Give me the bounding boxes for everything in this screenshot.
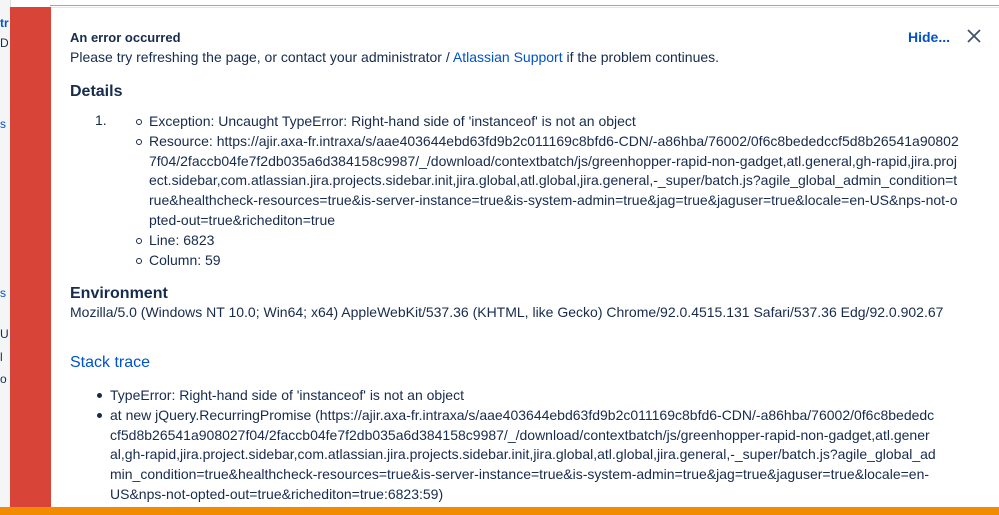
close-icon[interactable]: [965, 27, 983, 45]
error-message-text: Please try refreshing the page, or conta…: [70, 49, 453, 65]
stack-trace-item: TypeError: Right-hand side of 'instanceo…: [96, 386, 936, 406]
column-item: Column: 59: [131, 251, 961, 271]
background-text-fragment: U: [0, 327, 9, 341]
background-link-fragment[interactable]: s: [0, 286, 10, 300]
background-text-fragment: o: [0, 372, 7, 386]
error-message-text-end: if the problem continues.: [562, 49, 720, 65]
atlassian-support-link[interactable]: Atlassian Support: [453, 49, 563, 65]
background-text-fragment: D: [0, 36, 9, 50]
environment-heading: Environment: [70, 285, 168, 302]
stack-trace-list: TypeError: Right-hand side of 'instanceo…: [96, 386, 936, 505]
error-accent-bar: [10, 7, 51, 515]
stack-trace-item: at new jQuery.RecurringPromise (https://…: [96, 406, 936, 505]
exception-item: Exception: Uncaught TypeError: Right-han…: [131, 112, 961, 132]
error-title: An error occurred: [70, 30, 181, 45]
resource-item: Resource: https://ajir.axa-fr.intraxa/s/…: [131, 132, 961, 231]
error-message: Please try refreshing the page, or conta…: [70, 49, 719, 65]
background-text-fragment: l: [0, 350, 3, 364]
hide-button[interactable]: Hide...: [908, 29, 950, 45]
stack-trace-heading[interactable]: Stack trace: [70, 354, 150, 372]
environment-user-agent: Mozilla/5.0 (Windows NT 10.0; Win64; x64…: [70, 304, 944, 320]
background-text-fragment: tr: [0, 16, 9, 30]
details-list: Exception: Uncaught TypeError: Right-han…: [131, 112, 961, 270]
line-item: Line: 6823: [131, 231, 961, 251]
details-list-number: 1.: [95, 112, 107, 128]
error-dialog: An error occurred Please try refreshing …: [51, 7, 999, 508]
background-link-fragment[interactable]: s: [0, 117, 10, 131]
details-heading: Details: [70, 83, 123, 100]
page-bottom-bar: [0, 507, 999, 515]
background-divider: [50, 5, 999, 6]
